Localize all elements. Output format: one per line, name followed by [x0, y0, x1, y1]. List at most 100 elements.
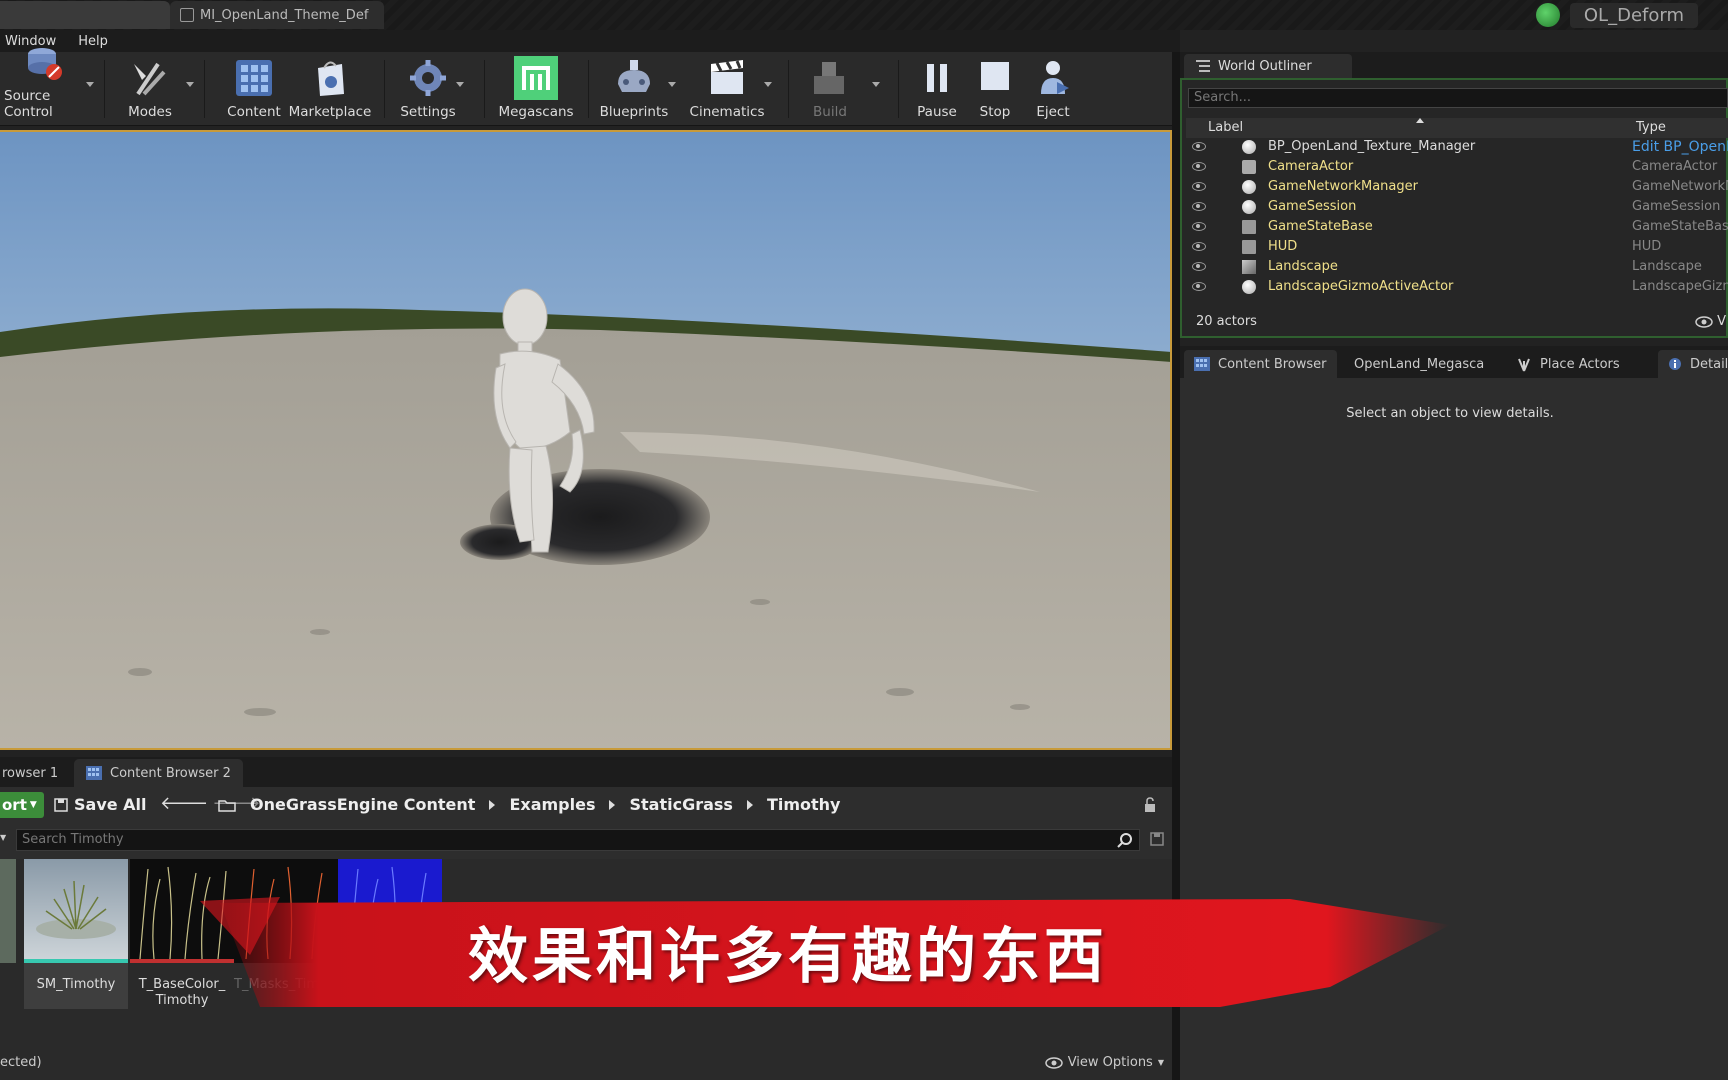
breadcrumb-separator-icon[interactable] — [489, 799, 496, 810]
actor-icon — [1242, 180, 1256, 194]
level-viewport[interactable] — [0, 130, 1172, 750]
subtitle-text: 效果和许多有趣的东西 — [468, 922, 1108, 992]
import-label: ort — [2, 796, 27, 814]
camera-icon — [1242, 160, 1256, 174]
outliner-row[interactable]: CameraActor CameraActor — [1186, 158, 1728, 178]
cinematics-dropdown[interactable] — [764, 82, 772, 87]
source-control-status-icon — [1535, 3, 1560, 27]
project-indicator: OL_Deform — [1535, 0, 1728, 30]
actor-type: GameSession — [1632, 199, 1721, 214]
breadcrumb-item[interactable]: StaticGrass — [629, 795, 732, 814]
eject-button[interactable]: Eject — [1028, 52, 1078, 126]
pause-button[interactable]: Pause — [912, 52, 962, 126]
modes-label: Modes — [128, 104, 172, 120]
search-icon — [1117, 833, 1132, 848]
actor-label: BP_OpenLand_Texture_Manager — [1268, 139, 1476, 154]
visibility-eye-icon[interactable] — [1192, 182, 1206, 191]
marketplace-button[interactable]: Marketplace — [289, 52, 371, 126]
outliner-row[interactable]: GameNetworkManager GameNetworkMa — [1186, 178, 1728, 198]
modes-dropdown[interactable] — [186, 82, 194, 87]
marketplace-icon — [308, 56, 352, 100]
material-instance-tab[interactable]: MI_OpenLand_Theme_Def — [170, 1, 384, 29]
edit-blueprint-link[interactable]: Edit BP_OpenL — [1632, 139, 1728, 155]
megascans-label: Megascans — [498, 104, 574, 120]
tab-label: Place Actors — [1540, 356, 1620, 372]
menu-help[interactable]: Help — [78, 34, 108, 49]
actor-count: 20 actors — [1196, 314, 1257, 329]
lock-icon[interactable] — [1144, 797, 1158, 813]
tab-label: Content Browser — [1218, 356, 1327, 372]
blueprints-icon — [612, 56, 656, 100]
toolbar-separator — [588, 60, 589, 118]
tab-label: World Outliner — [1218, 58, 1312, 74]
modes-button[interactable]: Modes — [120, 52, 180, 126]
source-control-button[interactable]: Source Control — [4, 48, 84, 126]
tab-content-browser-1[interactable]: rowser 1 — [0, 759, 70, 787]
asset-thumbnail-partial[interactable] — [0, 859, 16, 963]
asset-tile-sm-timothy[interactable]: SM_Timothy — [24, 859, 128, 1009]
filter-dropdown-icon[interactable]: ▼ — [0, 833, 6, 842]
tab-content-browser-2[interactable]: Content Browser 2 — [74, 759, 243, 787]
eject-label: Eject — [1036, 104, 1070, 120]
build-button[interactable]: Build — [800, 52, 860, 126]
outliner-row[interactable]: LandscapeGizmoActiveActor LandscapeGizmo — [1186, 278, 1728, 298]
stop-button[interactable]: Stop — [970, 52, 1020, 126]
tab-details[interactable]: Detail — [1658, 350, 1728, 378]
settings-dropdown[interactable] — [456, 82, 464, 87]
visibility-eye-icon[interactable] — [1192, 242, 1206, 251]
outliner-row[interactable]: BP_OpenLand_Texture_Manager Edit BP_Open… — [1186, 138, 1728, 158]
breadcrumb-item[interactable]: Examples — [509, 795, 595, 814]
content-button[interactable]: Content — [224, 52, 284, 126]
search-placeholder: Search Timothy — [22, 832, 124, 847]
view-options-button[interactable]: V — [1695, 314, 1726, 329]
visibility-eye-icon[interactable] — [1192, 142, 1206, 151]
actor-type: GameNetworkMa — [1632, 179, 1728, 194]
save-search-icon[interactable] — [1150, 832, 1164, 846]
visibility-eye-icon[interactable] — [1192, 162, 1206, 171]
document-icon — [180, 8, 194, 22]
view-options-button[interactable]: View Options ▼ — [1044, 1055, 1164, 1070]
tab-openland-megascans[interactable]: OpenLand_Megasca — [1344, 350, 1494, 378]
tab-place-actors[interactable]: Place Actors — [1506, 350, 1630, 378]
build-dropdown[interactable] — [872, 82, 880, 87]
tab-content-browser[interactable]: Content Browser — [1184, 350, 1337, 378]
save-all-button[interactable]: Save All — [54, 795, 147, 814]
blueprints-label: Blueprints — [599, 104, 669, 120]
source-control-dropdown[interactable] — [86, 82, 94, 87]
breadcrumb-separator-icon[interactable] — [609, 799, 616, 810]
breadcrumb-item[interactable]: OneGrassEngine Content — [250, 795, 475, 814]
pause-label: Pause — [917, 104, 957, 120]
column-type-header[interactable]: Type — [1636, 120, 1666, 135]
tab-world-outliner[interactable]: World Outliner — [1184, 54, 1352, 78]
back-arrow-icon[interactable]: 🡐 — [160, 793, 212, 814]
outliner-row[interactable]: GameSession GameSession — [1186, 198, 1728, 218]
blueprints-button[interactable]: Blueprints — [598, 52, 670, 126]
breadcrumb-separator-icon[interactable] — [746, 799, 753, 810]
title-bar: MI_OpenLand_Theme_Def OL_Deform — [0, 0, 1728, 30]
megascans-button[interactable]: Megascans — [496, 52, 576, 126]
cinematics-label: Cinematics — [689, 104, 765, 120]
search-assets-input[interactable]: Search Timothy — [16, 829, 1140, 851]
visibility-eye-icon[interactable] — [1192, 202, 1206, 211]
outliner-footer: 20 actors V — [1186, 312, 1728, 334]
visibility-eye-icon[interactable] — [1192, 282, 1206, 291]
settings-button[interactable]: Settings — [396, 52, 460, 126]
toolbar-separator — [788, 60, 789, 118]
outliner-row[interactable]: GameStateBase GameStateBase — [1186, 218, 1728, 238]
place-actors-icon — [1518, 358, 1530, 372]
editor-tab[interactable] — [0, 1, 170, 29]
visibility-eye-icon[interactable] — [1192, 262, 1206, 271]
column-label-header[interactable]: Label — [1208, 120, 1243, 135]
visibility-eye-icon[interactable] — [1192, 222, 1206, 231]
level-toolbar: Source Control Modes Content Marketplace… — [0, 48, 1180, 126]
import-button[interactable]: ort ▼ — [0, 792, 44, 818]
view-options-label: V — [1717, 314, 1726, 329]
cinematics-button[interactable]: Cinematics — [690, 52, 764, 126]
tab-label: Detail — [1690, 356, 1728, 372]
outliner-search-input[interactable]: Search... — [1188, 88, 1728, 108]
breadcrumb-item[interactable]: Timothy — [767, 795, 841, 814]
outliner-row[interactable]: HUD HUD — [1186, 238, 1728, 258]
outliner-row[interactable]: Landscape Landscape — [1186, 258, 1728, 278]
actor-icon — [1242, 200, 1256, 214]
blueprints-dropdown[interactable] — [668, 82, 676, 87]
